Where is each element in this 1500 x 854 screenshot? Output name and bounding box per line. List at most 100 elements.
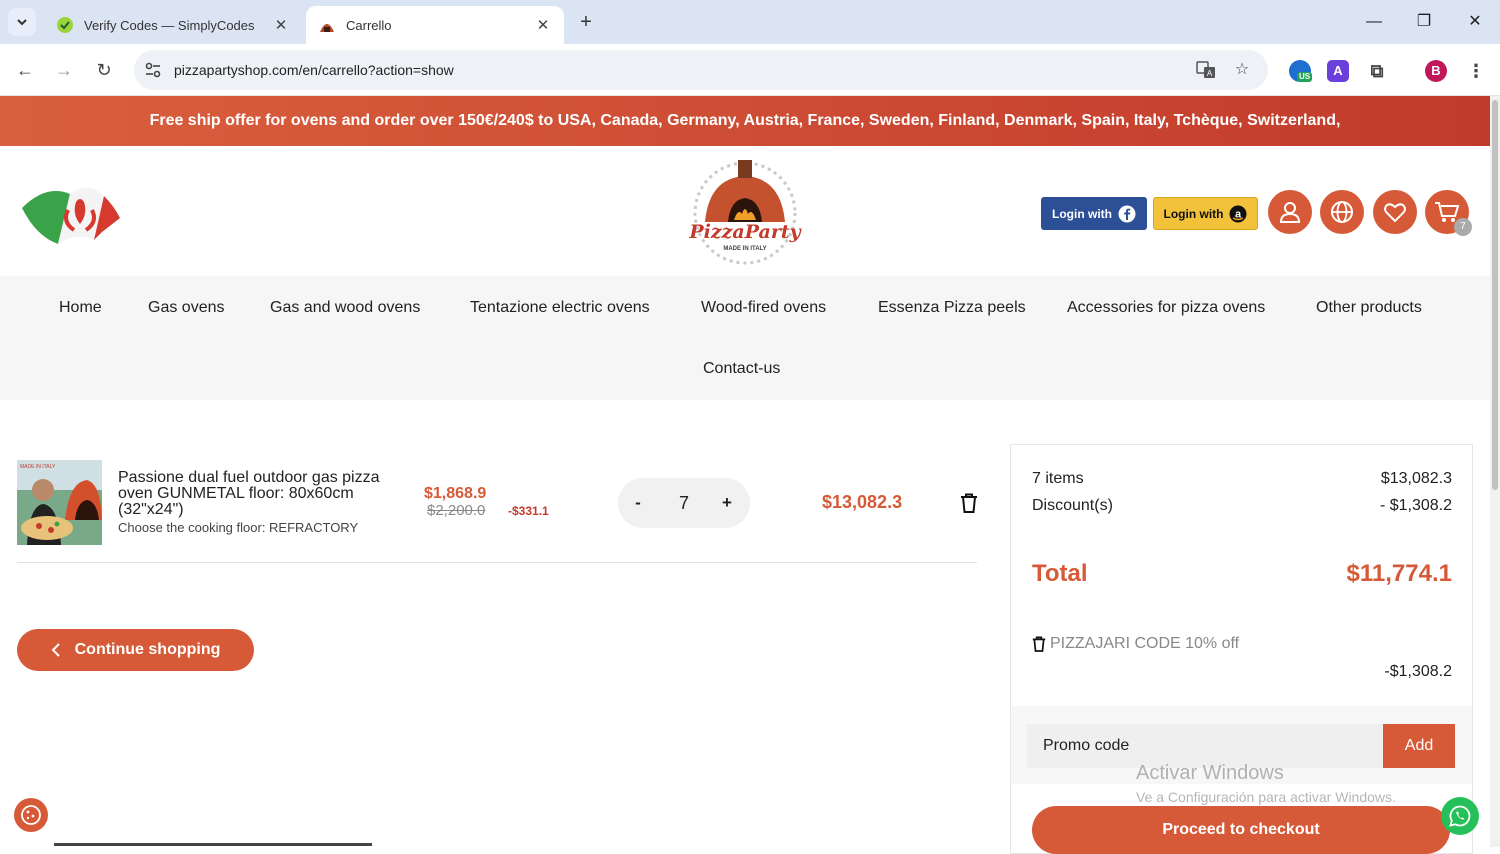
login-amazon-label: Login with [1163,206,1224,221]
restore-window-button[interactable]: ❐ [1410,8,1438,36]
discount-label: Discount(s) [1032,497,1113,514]
browser-toolbar: ← → ↻ pizzapartyshop.com/en/carrello?act… [0,44,1500,96]
logo-wordmark: PizzaParty [688,221,802,243]
total-label: Total [1032,560,1088,587]
nav-gas-ovens[interactable]: Gas ovens [148,299,224,317]
pizzaparty-logo[interactable]: PizzaParty MADE IN ITALY [668,158,822,268]
tab-verify-codes[interactable]: Verify Codes — SimplyCodes ✕ [44,6,302,44]
quantity-decrease-button[interactable]: - [626,491,650,515]
chevron-down-icon [17,19,27,26]
remove-voucher-icon[interactable] [1032,636,1046,652]
product-thumbnail[interactable]: MADE IN ITALY [17,460,102,545]
svg-text:A: A [1207,69,1213,78]
items-row: 7 items $13,082.3 [1032,470,1452,488]
wishlist-button[interactable] [1373,190,1417,234]
voucher-name: PIZZAJARI CODE 10% off [1050,635,1240,652]
nav-tentazione-electric-ovens[interactable]: Tentazione electric ovens [470,299,650,317]
voucher-amount: -$1,308.2 [1384,663,1452,680]
browser-tab-strip: Verify Codes — SimplyCodes ✕ Carrello ✕ … [0,0,1500,44]
new-tab-button[interactable]: + [574,10,598,34]
simplycodes-favicon-icon [56,16,74,34]
original-price: $2,200.0 [427,502,486,519]
unit-price: $1,868.9 [424,485,487,502]
account-button[interactable] [1268,190,1312,234]
close-tab-icon[interactable]: ✕ [272,16,290,34]
heart-icon [1384,203,1406,223]
discount-value: - $1,308.2 [1379,497,1452,514]
globe-icon [1331,201,1353,223]
nav-essenza-pizza-peels[interactable]: Essenza Pizza peels [878,299,1026,317]
continue-shopping-button[interactable]: Continue shopping [17,629,254,671]
quantity-increase-button[interactable]: + [715,491,739,515]
extension-badge: US [1297,72,1313,82]
login-facebook-button[interactable]: Login with [1041,197,1147,230]
nav-accessories[interactable]: Accessories for pizza ovens [1067,299,1265,317]
trash-icon [961,493,977,513]
minimize-window-button[interactable]: — [1360,8,1388,36]
extension-a-icon[interactable]: A [1327,60,1349,82]
product-name-link[interactable]: Passione dual fuel outdoor gas pizza ove… [118,470,408,518]
cookie-settings-button[interactable] [14,798,48,832]
main-navigation: Home Gas ovens Gas and wood ovens Tentaz… [0,276,1490,400]
url-text[interactable]: pizzapartyshop.com/en/carrello?action=sh… [174,62,454,78]
items-subtotal: $13,082.3 [1380,470,1452,487]
checkout-label: Proceed to checkout [1162,821,1320,838]
remove-item-button[interactable] [960,493,978,513]
product-image-label: MADE IN ITALY [20,464,56,470]
close-window-button[interactable]: ✕ [1461,8,1489,36]
logo-tagline: MADE IN ITALY [723,246,766,252]
cookie-icon [21,805,41,825]
line-total: $13,082.3 [822,492,903,512]
tab-carrello[interactable]: Carrello ✕ [306,6,564,44]
address-bar[interactable]: pizzapartyshop.com/en/carrello?action=sh… [134,50,1268,90]
nav-wood-fired-ovens[interactable]: Wood-fired ovens [701,299,826,317]
nav-other-products[interactable]: Other products [1316,299,1422,317]
promo-add-button[interactable]: Add [1383,724,1455,768]
reload-icon[interactable]: ↻ [90,56,118,84]
nav-contact-us[interactable]: Contact-us [703,360,780,378]
quantity-value[interactable]: 7 [670,491,698,515]
cart-divider [17,562,977,563]
extensions-puzzle-icon[interactable]: ⧉ [1366,60,1388,82]
total-row: Total $11,774.1 [1032,560,1452,588]
product-option: Choose the cooking floor: REFRACTORY [118,520,359,535]
continue-shopping-label: Continue shopping [74,641,221,658]
applied-voucher: PIZZAJARI CODE 10% off [1032,635,1239,653]
translate-icon[interactable]: A [1196,60,1216,80]
price-discount: -$331.1 [508,504,549,518]
login-facebook-label: Login with [1052,206,1112,221]
site-settings-icon[interactable] [144,61,162,79]
whatsapp-chat-button[interactable] [1441,797,1479,835]
whatsapp-icon [1449,805,1471,827]
windows-activation-subtitle: Ve a Configuración para activar Windows. [1136,789,1396,805]
tab-title: Verify Codes — SimplyCodes [84,17,255,33]
forward-icon[interactable]: → [50,56,78,84]
total-value: $11,774.1 [1346,560,1452,587]
facebook-icon [1118,205,1136,222]
nav-gas-and-wood-ovens[interactable]: Gas and wood ovens [270,299,420,317]
browser-menu-icon[interactable]: ⋮ [1465,60,1487,82]
bookmark-star-icon[interactable]: ☆ [1232,60,1252,80]
user-icon [1279,202,1301,223]
close-tab-icon[interactable]: ✕ [534,16,552,34]
banner-text: Free ship offer for ovens and order over… [149,112,1341,129]
page-scrollbar[interactable] [1490,96,1500,847]
taskbar-edge [54,843,372,846]
chevron-left-icon [51,643,60,657]
scrollbar-thumb[interactable] [1492,100,1498,490]
extension-shield-icon[interactable]: US [1289,60,1313,82]
discounts-row: Discount(s) - $1,308.2 [1032,497,1452,515]
amazon-icon: a [1229,205,1247,222]
language-button[interactable] [1320,190,1364,234]
tab-title: Carrello [346,17,392,33]
profile-avatar[interactable]: B [1425,60,1447,82]
windows-activation-title: Activar Windows [1136,762,1284,784]
shipping-promo-banner: Free ship offer for ovens and order over… [0,96,1490,146]
login-amazon-button[interactable]: Login with a [1153,197,1258,230]
back-icon[interactable]: ← [11,56,39,84]
items-count-label: 7 items [1032,470,1084,487]
nav-home[interactable]: Home [59,299,102,317]
tab-search-button[interactable] [8,8,36,36]
cart-count-badge: 7 [1454,218,1472,236]
italian-flag-logo[interactable] [18,174,122,246]
